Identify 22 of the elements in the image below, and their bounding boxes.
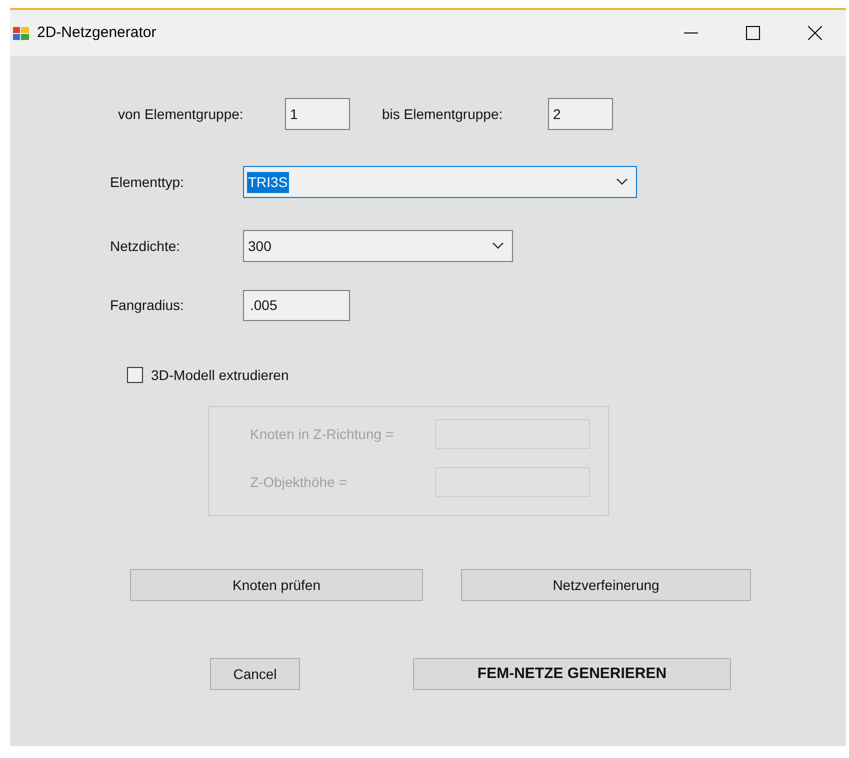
field-label: von Elementgruppe: xyxy=(118,104,244,124)
field-label: Z-Objekthöhe = xyxy=(250,472,348,492)
checkbox-label[interactable]: 3D-Modell extrudieren xyxy=(151,364,289,386)
button[interactable]: Knoten prüfen xyxy=(130,569,423,601)
chevron-down-icon xyxy=(616,178,628,186)
input-field[interactable]: .005 xyxy=(243,290,350,321)
dropdown[interactable]: 300 xyxy=(243,230,513,262)
window-title: 2D-Netzgenerator xyxy=(37,22,156,43)
chevron-down-icon xyxy=(492,242,504,250)
field-label: Knoten in Z-Richtung = xyxy=(250,424,395,444)
field-label: Elementtyp: xyxy=(110,172,185,192)
input-field[interactable]: 2 xyxy=(548,98,613,130)
field-label: Netzdichte: xyxy=(110,236,182,256)
field-label: Fangradius: xyxy=(110,296,185,315)
button[interactable]: FEM-NETZE GENERIEREN xyxy=(413,658,731,690)
input-field[interactable]: 1 xyxy=(285,98,350,130)
checkbox[interactable] xyxy=(127,367,143,383)
app-icon xyxy=(13,25,29,41)
button[interactable]: Cancel xyxy=(210,658,300,690)
button[interactable]: Netzverfeinerung xyxy=(461,569,751,601)
field-label: bis Elementgruppe: xyxy=(382,104,504,124)
dropdown[interactable]: TRI3S xyxy=(243,166,637,198)
